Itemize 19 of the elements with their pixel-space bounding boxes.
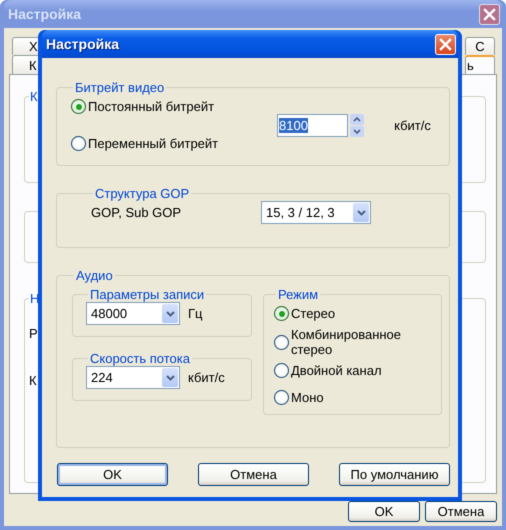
- unit-label: Гц: [188, 306, 202, 321]
- group-label: Структура GOP: [94, 186, 190, 201]
- group-label: Аудио: [75, 268, 114, 283]
- field-label: Р: [29, 326, 38, 341]
- field-label: GOP, Sub GOP: [91, 205, 182, 220]
- dropdown-value: 15, 3 / 12, 3: [266, 205, 335, 220]
- field-value: 8100: [279, 118, 308, 132]
- dropdown-value: 48000: [91, 306, 128, 321]
- group-label: К: [29, 89, 39, 104]
- group-label: Скорость потока: [89, 351, 191, 366]
- field-label: К: [29, 373, 37, 388]
- dropdown-value: 224: [91, 370, 113, 385]
- group-label: Параметры записи: [89, 287, 206, 302]
- window-title: Настройка: [8, 6, 82, 22]
- window-title: Настройка: [46, 36, 120, 52]
- group-label: Режим: [277, 287, 320, 302]
- group-label: Битрейт видео: [74, 80, 166, 95]
- unit-label: кбит/с: [394, 118, 432, 132]
- unit-label: кбит/с: [188, 370, 225, 385]
